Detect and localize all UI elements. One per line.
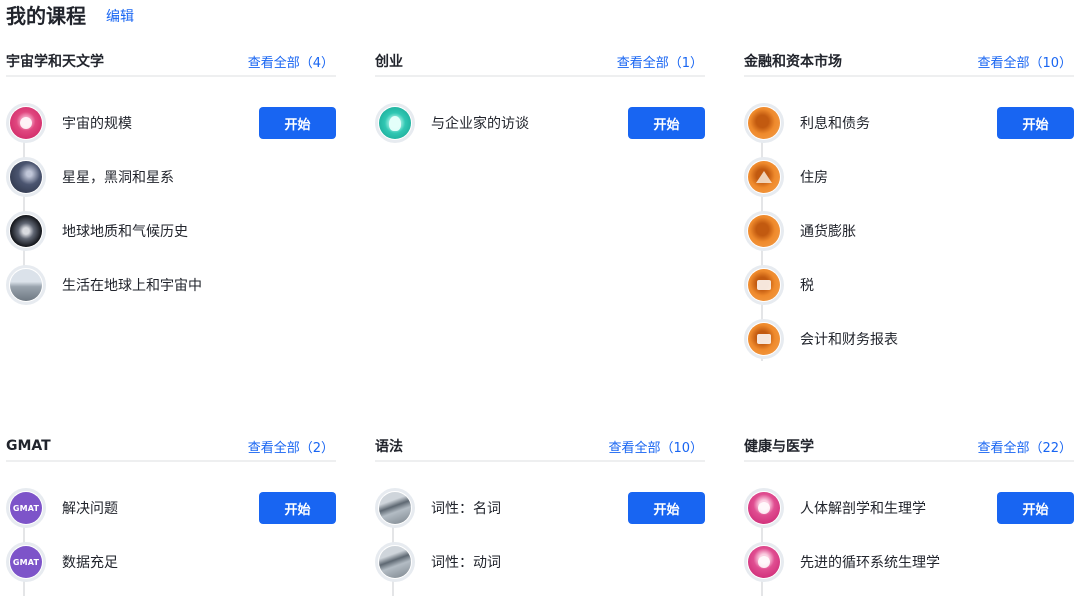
section-header: GMAT 查看全部（2） — [6, 432, 336, 462]
inflation-icon — [744, 211, 784, 251]
course-section-gmat: GMAT 查看全部（2） GMAT 解决问题 开始 GMAT 数据充足 — [6, 432, 336, 596]
course-item-label[interactable]: 生活在地球上和宇宙中 — [62, 275, 336, 295]
course-item-label[interactable]: 会计和财务报表 — [800, 329, 1074, 349]
course-item[interactable]: 星星，黑洞和星系 — [6, 150, 336, 204]
course-item-label[interactable]: 与企业家的访谈 — [431, 113, 628, 133]
course-section-entrepreneurship: 创业 查看全部（1） 与企业家的访谈 开始 — [375, 47, 705, 150]
section-title[interactable]: 创业 — [375, 51, 403, 71]
course-list: 利息和债务 开始 住房 通货膨胀 税 会计和财务报表 — [744, 96, 1074, 366]
section-title[interactable]: 金融和资本市场 — [744, 51, 842, 71]
course-item[interactable]: GMAT 数据充足 — [6, 535, 336, 589]
start-button[interactable]: 开始 — [628, 492, 705, 524]
view-all-link[interactable]: 查看全部（2） — [248, 437, 334, 456]
course-section-cosmology: 宇宙学和天文学 查看全部（4） 宇宙的规模 开始 星星，黑洞和星系 地球地质和气… — [6, 47, 336, 312]
course-section-grammar: 语法 查看全部（10） 词性：名词 开始 词性：动词 — [375, 432, 705, 596]
course-list: 宇宙的规模 开始 星星，黑洞和星系 地球地质和气候历史 生活在地球上和宇宙中 — [6, 96, 336, 312]
section-header: 创业 查看全部（1） — [375, 47, 705, 77]
course-item[interactable]: 词性：名词 开始 — [375, 481, 705, 535]
gmat-icon: GMAT — [6, 542, 46, 582]
course-item[interactable]: 通货膨胀 — [744, 204, 1074, 258]
course-item[interactable]: 税 — [744, 258, 1074, 312]
course-item[interactable]: 宇宙的规模 开始 — [6, 96, 336, 150]
house-icon — [744, 157, 784, 197]
ledger-icon — [744, 319, 784, 359]
landscape-icon — [6, 265, 46, 305]
course-item[interactable]: 地球地质和气候历史 — [6, 204, 336, 258]
section-title[interactable]: GMAT — [6, 438, 51, 454]
course-item[interactable]: 住房 — [744, 150, 1074, 204]
page-title: 我的课程 — [6, 3, 86, 28]
section-title[interactable]: 健康与医学 — [744, 436, 814, 456]
galaxy-icon — [6, 103, 46, 143]
start-button[interactable]: 开始 — [997, 107, 1074, 139]
page-header: 我的课程 编辑 — [6, 0, 134, 28]
course-item[interactable]: 生活在地球上和宇宙中 — [6, 258, 336, 312]
view-all-link[interactable]: 查看全部（10） — [608, 437, 703, 456]
black-hole-icon — [6, 157, 46, 197]
gmat-icon: GMAT — [6, 488, 46, 528]
edit-link[interactable]: 编辑 — [106, 6, 134, 26]
section-title[interactable]: 宇宙学和天文学 — [6, 51, 104, 71]
course-item-label[interactable]: 宇宙的规模 — [62, 113, 259, 133]
start-button[interactable]: 开始 — [997, 492, 1074, 524]
course-list: 词性：名词 开始 词性：动词 — [375, 481, 705, 596]
start-button[interactable]: 开始 — [628, 107, 705, 139]
lightbulb-icon — [375, 103, 415, 143]
course-item-label[interactable]: 通货膨胀 — [800, 221, 1074, 241]
course-item-label[interactable]: 税 — [800, 275, 1074, 295]
course-item[interactable]: 人体解剖学和生理学 开始 — [744, 481, 1074, 535]
course-item[interactable]: 与企业家的访谈 开始 — [375, 96, 705, 150]
course-item[interactable]: 利息和债务 开始 — [744, 96, 1074, 150]
course-item[interactable]: 会计和财务报表 — [744, 312, 1074, 366]
start-button[interactable]: 开始 — [259, 107, 336, 139]
anatomy-icon — [744, 488, 784, 528]
coin-icon — [744, 103, 784, 143]
course-list: GMAT 解决问题 开始 GMAT 数据充足 — [6, 481, 336, 596]
section-header: 金融和资本市场 查看全部（10） — [744, 47, 1074, 77]
section-title[interactable]: 语法 — [375, 436, 403, 456]
course-section-health: 健康与医学 查看全部（22） 人体解剖学和生理学 开始 先进的循环系统生理学 — [744, 432, 1074, 596]
course-item-label[interactable]: 词性：动词 — [431, 552, 705, 572]
course-item-label[interactable]: 住房 — [800, 167, 1074, 187]
view-all-link[interactable]: 查看全部（1） — [617, 52, 703, 71]
course-item-label[interactable]: 词性：名词 — [431, 498, 628, 518]
grammar-icon — [375, 488, 415, 528]
grammar-icon — [375, 542, 415, 582]
course-item[interactable]: GMAT 解决问题 开始 — [6, 481, 336, 535]
course-list: 人体解剖学和生理学 开始 先进的循环系统生理学 — [744, 481, 1074, 596]
view-all-link[interactable]: 查看全部（10） — [977, 52, 1072, 71]
section-header: 语法 查看全部（10） — [375, 432, 705, 462]
course-item-label[interactable]: 人体解剖学和生理学 — [800, 498, 997, 518]
course-section-finance: 金融和资本市场 查看全部（10） 利息和债务 开始 住房 通货膨胀 税 会计和财… — [744, 47, 1074, 366]
view-all-link[interactable]: 查看全部（4） — [248, 52, 334, 71]
course-list: 与企业家的访谈 开始 — [375, 96, 705, 150]
view-all-link[interactable]: 查看全部（22） — [977, 437, 1072, 456]
section-header: 健康与医学 查看全部（22） — [744, 432, 1074, 462]
course-item-label[interactable]: 先进的循环系统生理学 — [800, 552, 1074, 572]
course-item[interactable]: 先进的循环系统生理学 — [744, 535, 1074, 589]
course-item-label[interactable]: 解决问题 — [62, 498, 259, 518]
course-item-label[interactable]: 数据充足 — [62, 552, 336, 572]
tax-icon — [744, 265, 784, 305]
start-button[interactable]: 开始 — [259, 492, 336, 524]
section-header: 宇宙学和天文学 查看全部（4） — [6, 47, 336, 77]
course-item-label[interactable]: 利息和债务 — [800, 113, 997, 133]
course-item-label[interactable]: 地球地质和气候历史 — [62, 221, 336, 241]
course-item[interactable]: 词性：动词 — [375, 535, 705, 589]
earth-icon — [6, 211, 46, 251]
course-item-label[interactable]: 星星，黑洞和星系 — [62, 167, 336, 187]
anatomy-icon — [744, 542, 784, 582]
